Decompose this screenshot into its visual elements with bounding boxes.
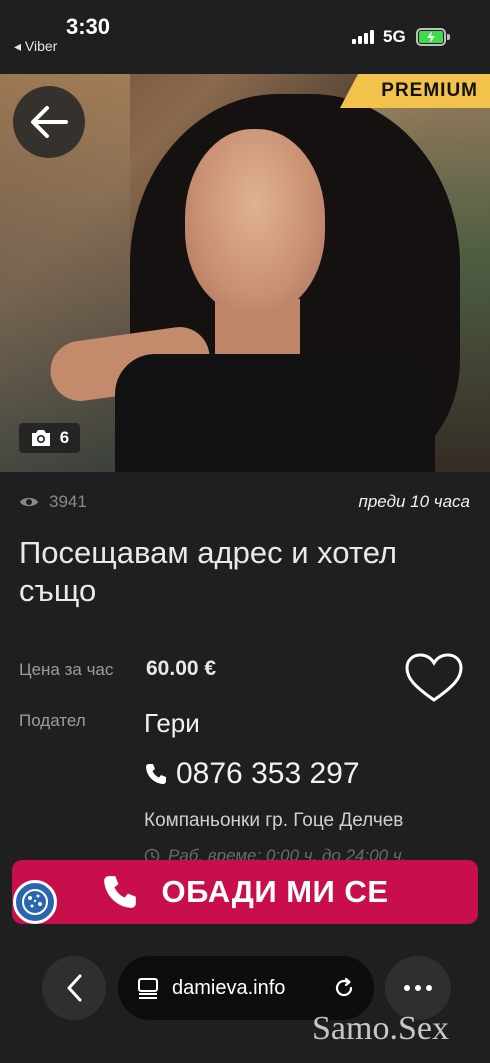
camera-icon	[31, 430, 50, 446]
tabs-icon	[138, 978, 158, 999]
battery-tip	[447, 34, 450, 40]
signal-icon	[352, 30, 374, 44]
photo-count: 6	[59, 428, 70, 447]
call-me-button[interactable]: ОБАДИ МИ СЕ	[12, 860, 478, 924]
phone-icon	[146, 764, 166, 784]
phone-icon	[104, 876, 137, 908]
arrow-left-icon	[31, 106, 68, 138]
heart-icon[interactable]	[404, 652, 464, 704]
network-type: 5G	[383, 27, 406, 46]
cookie-icon	[22, 889, 48, 915]
status-bar: 3:30 ◂ Viber 5G	[0, 0, 490, 74]
cookie-settings-button[interactable]	[13, 880, 57, 924]
chevron-left-icon	[67, 974, 82, 1002]
price-value: 60.00 €	[146, 657, 217, 680]
phone-number: 0876 353 297	[176, 757, 360, 790]
status-time: 3:30	[66, 14, 111, 39]
photo-count-badge[interactable]: 6	[19, 423, 80, 453]
call-me-label: ОБАДИ МИ СЕ	[161, 874, 389, 909]
views-count: 3941	[49, 492, 87, 511]
photo-face	[185, 129, 325, 314]
seller-label: Подател	[19, 711, 86, 730]
seller-name: Гери	[144, 708, 200, 738]
view-counter: 3941	[19, 492, 87, 512]
watermark: Samo.Sex	[312, 1010, 449, 1047]
listing-title: Посещавам адрес и хотел също	[19, 535, 398, 608]
premium-badge: PREMIUM	[340, 74, 490, 108]
back-button[interactable]	[13, 86, 85, 158]
eye-icon	[20, 497, 38, 507]
category-link[interactable]: Компаньонки гр. Гоце Делчев	[144, 810, 403, 832]
posted-time: преди 10 часа	[358, 492, 471, 511]
price-label: Цена за час	[19, 660, 114, 679]
browser-back-button[interactable]	[42, 956, 106, 1020]
reload-icon[interactable]	[332, 976, 356, 1000]
url-text: damieva.info	[172, 976, 286, 999]
back-to-app-link[interactable]: ◂ Viber	[14, 38, 57, 55]
phone-link[interactable]: 0876 353 297	[144, 757, 360, 791]
battery-icon	[416, 28, 446, 46]
photo-clothing	[115, 354, 435, 472]
